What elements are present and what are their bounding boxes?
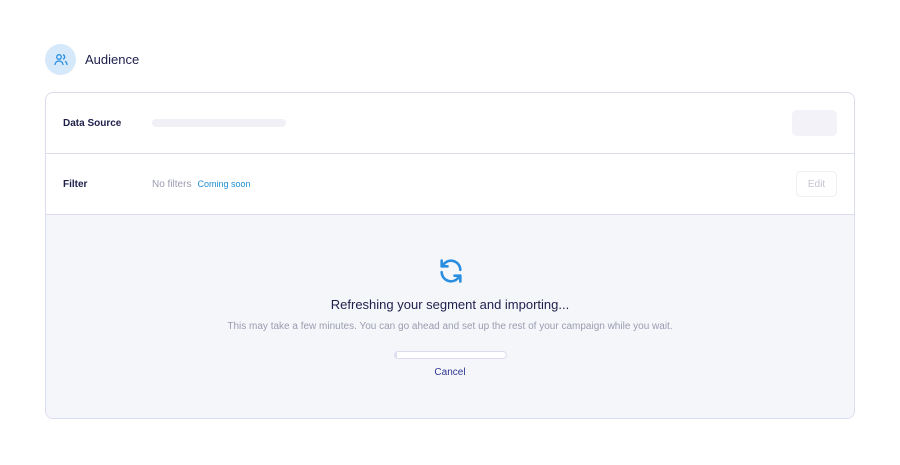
cancel-button[interactable]: Cancel — [46, 367, 854, 378]
edit-filter-button[interactable]: Edit — [796, 171, 837, 197]
filter-row: Filter No filters Coming soon Edit — [46, 154, 854, 215]
audience-card: Data Source Filter No filters Coming soo… — [45, 92, 855, 419]
filter-label: Filter — [63, 178, 88, 190]
data-source-skeleton — [152, 119, 286, 127]
status-message: This may take a few minutes. You can go … — [227, 321, 673, 332]
coming-soon-badge: Coming soon — [197, 179, 251, 189]
data-source-label: Data Source — [63, 117, 122, 129]
refresh-status-panel: Refreshing your segment and importing...… — [46, 215, 854, 418]
users-icon — [45, 44, 76, 75]
progress-fill — [395, 352, 398, 358]
data-source-button-skeleton — [792, 110, 837, 136]
status-heading: Refreshing your segment and importing... — [330, 297, 570, 312]
progress-bar — [394, 351, 507, 359]
page-title: Audience — [85, 52, 140, 67]
filter-value: No filters — [152, 178, 192, 190]
audience-header: Audience — [45, 44, 139, 75]
refresh-icon — [440, 259, 462, 283]
data-source-row: Data Source — [46, 93, 854, 154]
